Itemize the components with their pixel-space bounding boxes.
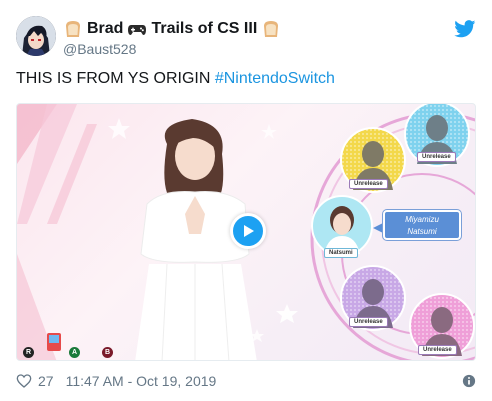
- tweet-card: Brad Trails of CS III @Baust528 THIS IS …: [0, 0, 492, 401]
- character-slot-portrait: [311, 195, 373, 257]
- character-name-line1: Miyamizu: [405, 215, 439, 224]
- video-player[interactable]: Unrelease Unrelease Unrelease Unrelease …: [16, 103, 476, 361]
- info-icon[interactable]: [462, 374, 476, 388]
- user-handle[interactable]: @Baust528: [63, 41, 136, 57]
- game-title: Trails of CS III: [151, 20, 258, 37]
- like-count[interactable]: 27: [38, 373, 54, 389]
- slot-label: Unrelease: [349, 179, 388, 189]
- tweet-footer: 27 11:47 AM - Oct 19, 2019: [16, 371, 216, 391]
- slot-label: Unrelease: [418, 345, 457, 355]
- play-icon: [244, 225, 254, 237]
- hashtag-link[interactable]: #NintendoSwitch: [215, 70, 335, 87]
- heart-icon[interactable]: [16, 373, 32, 389]
- portrait-caption: Natsumi: [324, 248, 358, 258]
- timestamp[interactable]: 11:47 AM - Oct 19, 2019: [66, 373, 217, 389]
- gamepad-emoji-icon: [127, 20, 147, 38]
- character-name-bubble: Miyamizu Natsumi: [383, 210, 461, 240]
- bread-emoji-icon: [261, 20, 281, 38]
- bread-emoji-icon: [63, 20, 83, 38]
- display-name-row[interactable]: Brad Trails of CS III: [63, 19, 281, 39]
- display-name: Brad: [87, 20, 124, 37]
- tweet-text: THIS IS FROM YS ORIGIN #NintendoSwitch: [16, 70, 335, 88]
- slot-label: Unrelease: [417, 152, 456, 162]
- a-button-icon: A: [69, 347, 80, 358]
- avatar[interactable]: [16, 16, 56, 56]
- play-button[interactable]: [230, 213, 266, 249]
- character-name-line2: Natsumi: [407, 227, 437, 236]
- tweet-text-body: THIS IS FROM YS ORIGIN: [16, 70, 215, 87]
- r-button-icon: R: [23, 347, 34, 358]
- slot-label: Unrelease: [349, 317, 388, 327]
- b-button-icon: B: [102, 347, 113, 358]
- twitter-bird-icon[interactable]: [454, 20, 476, 38]
